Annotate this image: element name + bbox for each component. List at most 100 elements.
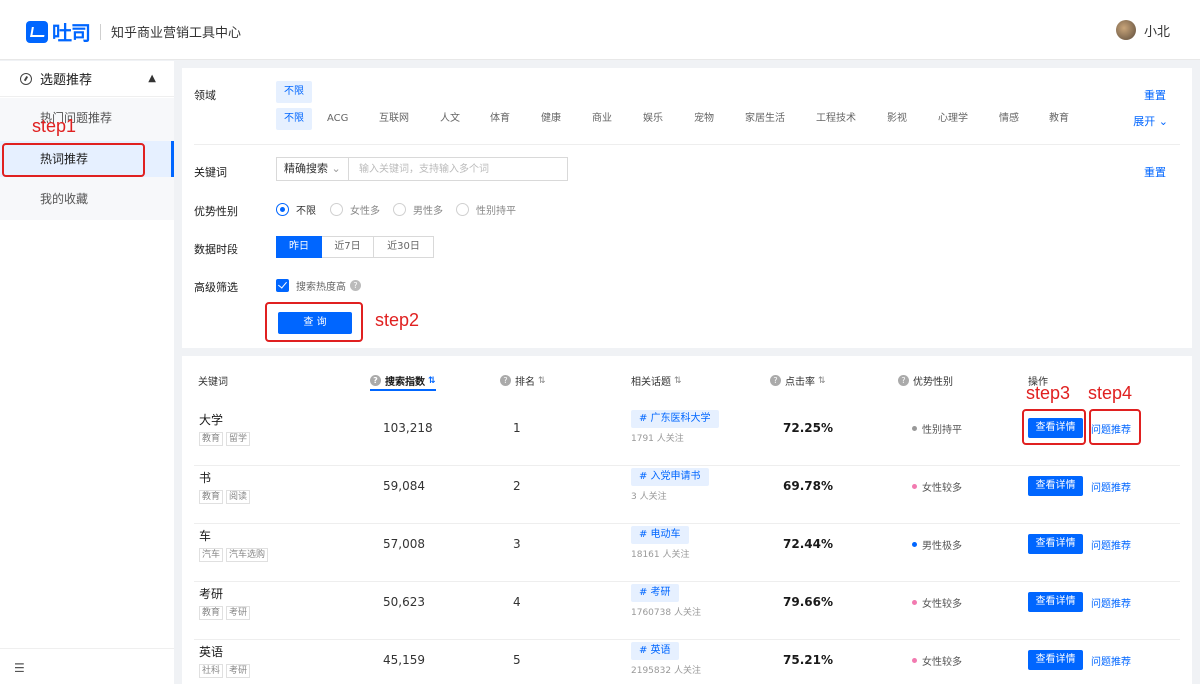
row-tags: 教育 留学 <box>199 432 253 446</box>
high-search-heat-checkbox[interactable]: 搜索热度高 ? <box>276 278 361 293</box>
checkbox-label: 搜索热度高 <box>296 282 346 293</box>
question-recommend-link[interactable]: 问题推荐 <box>1091 537 1131 552</box>
gender-label: 女性较多 <box>922 657 962 668</box>
gender-dot <box>912 600 917 605</box>
gender-label: 女性较多 <box>922 483 962 494</box>
table-row: 英语 社科 考研 45,159 5 # 英语 2195832 人关注 75.21%… <box>194 640 1180 684</box>
user-menu[interactable]: 小北 <box>1115 20 1170 40</box>
domain-tag[interactable]: 人文 <box>432 108 468 130</box>
question-recommend-link[interactable]: 问题推荐 <box>1091 653 1131 668</box>
gender-label: 性别持平 <box>922 425 962 436</box>
topic-tag[interactable]: # 英语 <box>631 642 679 660</box>
logo-icon <box>26 20 48 43</box>
expand-link[interactable]: 展开 ⌄ <box>1133 113 1168 129</box>
domain-tag[interactable]: 不限 <box>276 108 312 130</box>
row-tags: 社科 考研 <box>199 664 253 678</box>
domain-tag[interactable]: 影视 <box>879 108 915 130</box>
help-icon[interactable]: ? <box>770 375 781 386</box>
collapse-menu-icon[interactable]: ☰ <box>14 661 25 675</box>
annotation-step1: step1 <box>32 116 77 136</box>
radio-label: 不限 <box>296 206 316 217</box>
question-recommend-link[interactable]: 问题推荐 <box>1091 595 1131 610</box>
view-detail-button[interactable]: 查看详情 <box>1028 592 1083 612</box>
radio-label: 性别持平 <box>476 206 516 217</box>
help-icon[interactable]: ? <box>370 375 381 386</box>
row-keyword: 大学 <box>199 413 224 427</box>
help-icon[interactable]: ? <box>898 375 909 386</box>
table-row: 车 汽车 汽车选购 57,008 3 # 电动车 18161 人关注 72.44%… <box>194 524 1180 582</box>
domain-tag[interactable]: 健康 <box>533 108 569 130</box>
view-detail-button[interactable]: 查看详情 <box>1028 534 1083 554</box>
period-yesterday[interactable]: 昨日 <box>276 236 322 258</box>
view-detail-button[interactable]: 查看详情 <box>1028 650 1083 670</box>
row-keyword: 考研 <box>199 587 224 601</box>
help-icon[interactable]: ? <box>500 375 511 386</box>
row-rank: 5 <box>513 653 521 667</box>
row-tags: 教育 考研 <box>199 606 253 620</box>
domain-tag[interactable]: 宠物 <box>686 108 722 130</box>
gender-radio-equal[interactable]: 性别持平 <box>456 202 516 217</box>
col-header-ctr[interactable]: ? 点击率 ⇅ <box>770 373 826 388</box>
domain-tag[interactable]: 工程技术 <box>808 108 864 130</box>
keyword-mode-select[interactable]: 精确搜索 ⌄ <box>276 157 348 181</box>
question-recommend-link[interactable]: 问题推荐 <box>1091 479 1131 494</box>
sidebar-item-favorites[interactable]: 我的收藏 <box>0 181 174 217</box>
col-header-search-index[interactable]: ? 搜索指数 ⇅ <box>370 373 436 388</box>
domain-tag[interactable]: 心理学 <box>930 108 976 130</box>
topic-tag[interactable]: # 入党申请书 <box>631 468 709 486</box>
domain-tag[interactable]: ACG <box>319 108 356 130</box>
col-header-rank[interactable]: ? 排名 ⇅ <box>500 373 546 388</box>
gender-radio-any[interactable]: 不限 <box>276 202 316 217</box>
annotation-box-step3 <box>1022 409 1086 445</box>
domain-tag[interactable]: 家居生活 <box>737 108 793 130</box>
topic-tag[interactable]: # 电动车 <box>631 526 689 544</box>
gender-dot <box>912 426 917 431</box>
period-7d[interactable]: 近7日 <box>322 236 374 258</box>
col-header-topic[interactable]: 相关话题 ⇅ <box>631 373 682 389</box>
domain-tag[interactable]: 商业 <box>584 108 620 130</box>
category-tag: 考研 <box>226 664 251 678</box>
domain-selected-tag[interactable]: 不限 <box>276 81 312 103</box>
topic-tag[interactable]: # 考研 <box>631 584 679 602</box>
user-name[interactable]: 小北 <box>1144 21 1170 40</box>
keyword-label: 关键词 <box>194 166 227 179</box>
col-header-label: 关键词 <box>198 377 228 388</box>
gender-radio-male[interactable]: 男性多 <box>393 202 443 217</box>
checkbox-checked-icon <box>276 279 289 292</box>
category-tag: 教育 <box>199 432 224 446</box>
category-tag: 阅读 <box>226 490 251 504</box>
topic-tag[interactable]: # 广东医科大学 <box>631 410 719 428</box>
domain-reset-link[interactable]: 重置 <box>1144 87 1166 103</box>
keyword-reset-link[interactable]: 重置 <box>1144 164 1166 180</box>
top-header: 吐司 知乎商业营销工具中心 小北 <box>0 0 1200 60</box>
domain-tag[interactable]: 情感 <box>991 108 1027 130</box>
view-detail-button[interactable]: 查看详情 <box>1028 476 1083 496</box>
topic-followers: 1791 人关注 <box>631 434 684 444</box>
category-tag: 社科 <box>199 664 224 678</box>
help-icon[interactable]: ? <box>350 280 361 291</box>
period-30d[interactable]: 近30日 <box>374 236 434 258</box>
row-gender: 女性较多 <box>912 479 962 494</box>
col-header-label: 相关话题 <box>631 377 671 388</box>
logo[interactable]: 吐司 知乎商业营销工具中心 <box>26 17 241 46</box>
keyword-input[interactable] <box>348 157 568 181</box>
annotation-step3: step3 <box>1026 383 1071 403</box>
sort-icon: ⇅ <box>428 375 436 386</box>
gender-label: 女性较多 <box>922 599 962 610</box>
sort-icon: ⇅ <box>538 375 546 386</box>
avatar[interactable] <box>1115 20 1136 40</box>
domain-tag[interactable]: 体育 <box>482 108 518 130</box>
row-gender: 女性较多 <box>912 653 962 668</box>
advanced-filter-label: 高级筛选 <box>194 281 238 294</box>
domain-label: 领域 <box>194 89 216 102</box>
sidebar-item-hot-questions[interactable]: 热门问题推荐 <box>0 100 174 136</box>
site-subtitle: 知乎商业营销工具中心 <box>111 26 242 41</box>
domain-tag[interactable]: 教育 <box>1041 108 1077 130</box>
domain-tag[interactable]: 互联网 <box>371 108 417 130</box>
row-topic: # 电动车 18161 人关注 <box>631 526 690 560</box>
gender-dot <box>912 484 917 489</box>
category-tag: 留学 <box>226 432 251 446</box>
sidebar-group-topic-recommend[interactable]: 选题推荐 ▲ <box>0 61 174 97</box>
gender-radio-female[interactable]: 女性多 <box>330 202 380 217</box>
domain-tag[interactable]: 娱乐 <box>635 108 671 130</box>
